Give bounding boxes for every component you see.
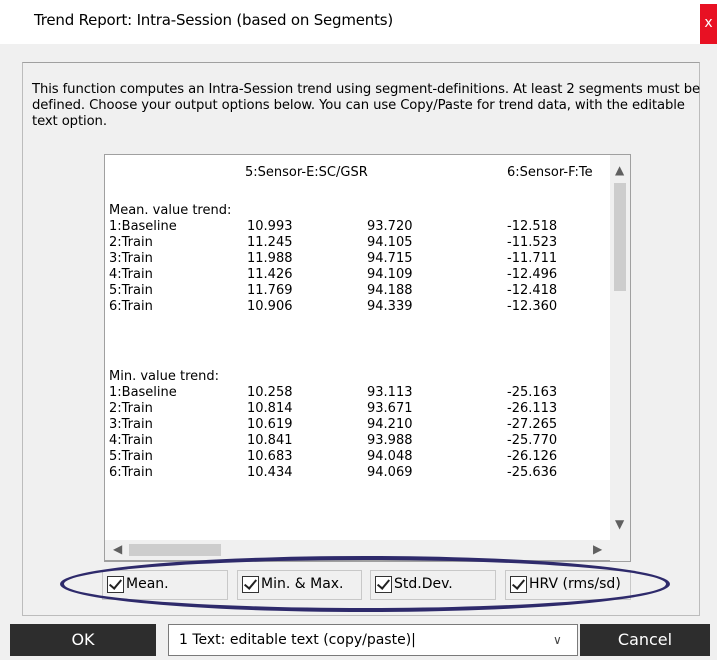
vertical-scroll-thumb[interactable] xyxy=(614,183,626,291)
checkbox-label: Std.Dev. xyxy=(394,576,453,592)
checkbox-check-icon[interactable] xyxy=(510,576,527,593)
window-title: Trend Report: Intra-Session (based on Se… xyxy=(34,11,394,29)
scroll-down-icon[interactable]: ▼ xyxy=(615,517,624,531)
checkbox-label: HRV (rms/sd) xyxy=(529,576,621,592)
scroll-up-icon[interactable]: ▲ xyxy=(615,163,624,177)
title-bar: Trend Report: Intra-Session (based on Se… xyxy=(0,0,717,44)
close-icon[interactable]: x xyxy=(700,4,717,44)
ok-button[interactable]: OK xyxy=(10,624,156,656)
hrv-checkbox[interactable]: HRV (rms/sd) xyxy=(505,570,631,600)
checkbox-label: Min. & Max. xyxy=(261,576,344,592)
scrollbar-corner xyxy=(610,540,631,562)
column-header: 5:Sensor-E:SC/GSR xyxy=(245,165,368,180)
description-text: This function computes an Intra-Session … xyxy=(32,82,700,129)
output-format-select[interactable]: 1 Text: editable text (copy/paste)| ∨ xyxy=(168,624,578,656)
horizontal-scroll-thumb[interactable] xyxy=(129,544,221,556)
scroll-left-icon[interactable]: ◀ xyxy=(113,542,122,556)
checkbox-label: Mean. xyxy=(126,576,169,592)
checkbox-check-icon[interactable] xyxy=(242,576,259,593)
column-header: 6:Sensor-F:Te xyxy=(507,165,593,180)
vertical-scrollbar[interactable]: ▲ ▼ xyxy=(610,154,631,542)
min-max-checkbox[interactable]: Min. & Max. xyxy=(237,570,362,600)
trend-results-list[interactable]: 5:Sensor-E:SC/GSR 6:Sensor-F:Te Mean. va… xyxy=(104,154,612,562)
output-format-value: 1 Text: editable text (copy/paste)| xyxy=(179,632,416,648)
checkbox-check-icon[interactable] xyxy=(107,576,124,593)
scroll-right-icon[interactable]: ▶ xyxy=(593,542,602,556)
cancel-button[interactable]: Cancel xyxy=(580,624,710,656)
std-dev-checkbox[interactable]: Std.Dev. xyxy=(370,570,496,600)
checkbox-check-icon[interactable] xyxy=(375,576,392,593)
chevron-down-icon[interactable]: ∨ xyxy=(553,625,562,655)
horizontal-scrollbar[interactable]: ◀ ▶ xyxy=(104,540,612,561)
mean-checkbox[interactable]: Mean. xyxy=(102,570,228,600)
